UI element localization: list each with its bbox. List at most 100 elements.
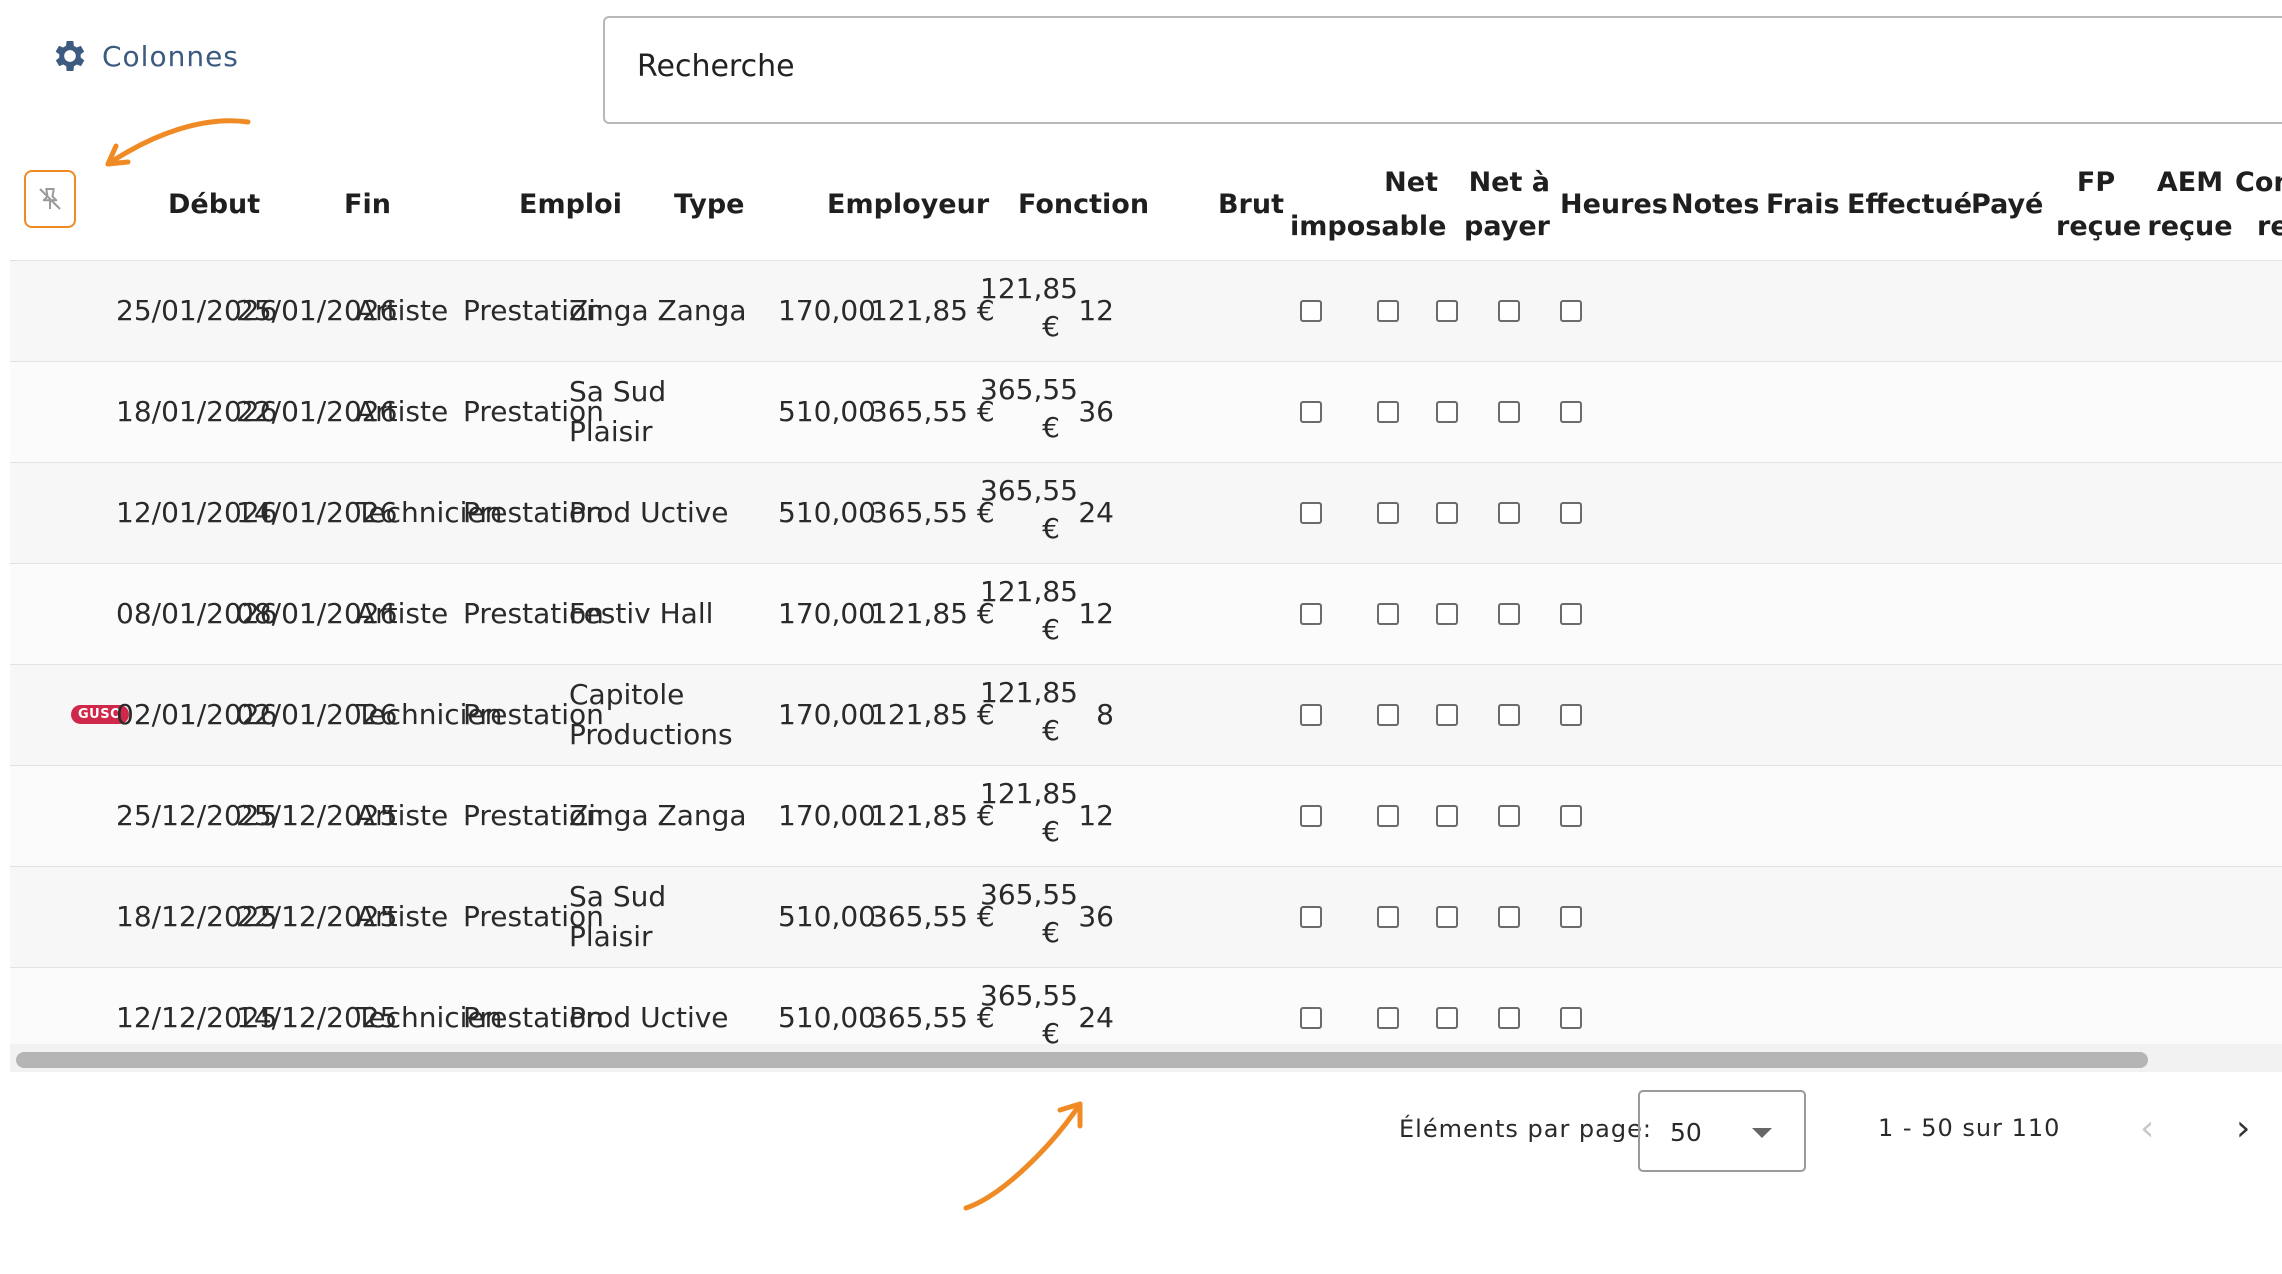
header-heures[interactable]: Heures (1560, 183, 1668, 227)
fp-recue-checkbox[interactable] (1436, 603, 1458, 625)
items-per-page-select[interactable]: 50 (1638, 1090, 1806, 1172)
header-fin[interactable]: Fin (344, 183, 391, 227)
cell-employeur-line1: Sa Sud (569, 880, 667, 913)
cell-employeur-line1: Festiv Hall (569, 597, 714, 630)
header-emploi[interactable]: Emploi (519, 183, 622, 227)
caret-down-icon (1752, 1128, 1772, 1138)
table-row[interactable]: 18/12/2025 22/12/2025 Artiste Prestation 510… (10, 866, 2282, 968)
aem-recue-checkbox[interactable] (1498, 1007, 1520, 1029)
table-row[interactable]: 12/12/2025 14/12/2025 Technicien Prestation… (10, 967, 2282, 1044)
header-aem-line2[interactable]: reçue (2144, 205, 2236, 249)
effectue-checkbox[interactable] (1300, 300, 1322, 322)
search-field[interactable] (603, 16, 2282, 124)
aem-recue-checkbox[interactable] (1498, 300, 1520, 322)
cell-brut: 510,00 (778, 900, 876, 933)
header-notes[interactable]: Notes (1671, 183, 1759, 227)
aem-recue-checkbox[interactable] (1498, 704, 1520, 726)
paye-checkbox[interactable] (1377, 704, 1399, 726)
effectue-checkbox[interactable] (1300, 704, 1322, 726)
cell-emploi: Artiste (356, 799, 449, 832)
con-checkbox[interactable] (1560, 805, 1582, 827)
con-checkbox[interactable] (1560, 401, 1582, 423)
fp-recue-checkbox[interactable] (1436, 502, 1458, 524)
paye-checkbox[interactable] (1377, 603, 1399, 625)
cell-emploi: Artiste (356, 597, 449, 630)
gear-icon (55, 41, 85, 71)
fp-recue-checkbox[interactable] (1436, 300, 1458, 322)
header-net-payer-line2[interactable]: payer (1442, 205, 1550, 249)
cell-employeur-line2: Plaisir (569, 920, 653, 953)
aem-recue-checkbox[interactable] (1498, 805, 1520, 827)
table-row[interactable]: GUSO 02/01/2026 02/01/2026 Technicien Presta… (10, 664, 2282, 766)
table-row[interactable]: 18/01/2026 22/01/2026 Artiste Prestation 510… (10, 361, 2282, 463)
horizontal-scrollbar-thumb[interactable] (16, 1052, 2148, 1068)
columns-label: Colonnes (102, 39, 239, 73)
items-per-page-value: 50 (1670, 1118, 1702, 1147)
header-net-imposable-line2[interactable]: imposable (1290, 205, 1446, 249)
aem-recue-checkbox[interactable] (1498, 502, 1520, 524)
next-page-button[interactable]: › (2236, 1108, 2250, 1149)
aem-recue-checkbox[interactable] (1498, 401, 1520, 423)
header-aem-line1[interactable]: AEM (2144, 161, 2236, 205)
paye-checkbox[interactable] (1377, 805, 1399, 827)
con-checkbox[interactable] (1560, 603, 1582, 625)
effectue-checkbox[interactable] (1300, 603, 1322, 625)
header-net-imposable-line1[interactable]: Net (1290, 161, 1438, 205)
paye-checkbox[interactable] (1377, 502, 1399, 524)
fp-recue-checkbox[interactable] (1436, 1007, 1458, 1029)
paye-checkbox[interactable] (1377, 401, 1399, 423)
con-checkbox[interactable] (1560, 906, 1582, 928)
con-checkbox[interactable] (1560, 704, 1582, 726)
aem-recue-checkbox[interactable] (1498, 906, 1520, 928)
table-row[interactable]: 08/01/2026 08/01/2026 Artiste Prestation 170… (10, 563, 2282, 665)
table-row[interactable]: 12/01/2026 14/01/2026 Technicien Prestation… (10, 462, 2282, 564)
header-paye[interactable]: Payé (1971, 183, 2043, 227)
header-effectue[interactable]: Effectué (1847, 183, 1972, 227)
cell-net-imposable: 365,55 € (870, 1001, 995, 1034)
header-net-payer-line1[interactable]: Net à (1442, 161, 1550, 205)
table-row[interactable]: 25/12/2025 25/12/2025 Artiste Prestation 170… (10, 765, 2282, 867)
fp-recue-checkbox[interactable] (1436, 401, 1458, 423)
cell-brut: 170,00 (778, 799, 876, 832)
con-checkbox[interactable] (1560, 300, 1582, 322)
cell-net-payer-line2: € (1042, 613, 1060, 646)
paye-checkbox[interactable] (1377, 300, 1399, 322)
search-input[interactable] (635, 48, 2139, 85)
header-frais[interactable]: Frais (1766, 183, 1840, 227)
cell-employeur-line1: Zinga Zanga (569, 799, 747, 832)
con-checkbox[interactable] (1560, 1007, 1582, 1029)
cell-net-imposable: 121,85 € (870, 799, 995, 832)
cell-brut: 170,00 (778, 698, 876, 731)
header-employeur[interactable]: Employeur (827, 183, 989, 227)
con-checkbox[interactable] (1560, 502, 1582, 524)
effectue-checkbox[interactable] (1300, 502, 1322, 524)
header-type[interactable]: Type (674, 183, 744, 227)
effectue-checkbox[interactable] (1300, 805, 1322, 827)
table-row[interactable]: 25/01/2026 25/01/2026 Artiste Prestation 170… (10, 260, 2282, 362)
data-table: Début Fin Emploi Type Employeur Fonction… (10, 150, 2282, 1044)
paye-checkbox[interactable] (1377, 906, 1399, 928)
header-con-line1[interactable]: Con (2235, 161, 2282, 205)
header-con-line2[interactable]: re (2257, 205, 2282, 249)
previous-page-button[interactable]: ‹ (2140, 1108, 2154, 1149)
fp-recue-checkbox[interactable] (1436, 906, 1458, 928)
aem-recue-checkbox[interactable] (1498, 603, 1520, 625)
effectue-checkbox[interactable] (1300, 401, 1322, 423)
header-debut[interactable]: Début (168, 183, 260, 227)
header-fp-line1[interactable]: FP (2056, 161, 2136, 205)
cell-net-payer-line1: 121,85 (980, 272, 1078, 305)
fp-recue-checkbox[interactable] (1436, 805, 1458, 827)
cell-net-payer-line1: 365,55 (980, 474, 1078, 507)
header-brut[interactable]: Brut (1160, 183, 1284, 227)
cell-employeur-line1: Zinga Zanga (569, 294, 747, 327)
cell-employeur-line1: Prod Uctive (569, 1001, 729, 1034)
header-fp-line2[interactable]: reçue (2056, 205, 2141, 249)
fp-recue-checkbox[interactable] (1436, 704, 1458, 726)
effectue-checkbox[interactable] (1300, 1007, 1322, 1029)
cell-employeur-line1: Prod Uctive (569, 496, 729, 529)
header-fonction[interactable]: Fonction (1018, 183, 1149, 227)
effectue-checkbox[interactable] (1300, 906, 1322, 928)
cell-net-imposable: 365,55 € (870, 900, 995, 933)
columns-button[interactable]: Colonnes (50, 36, 239, 76)
paye-checkbox[interactable] (1377, 1007, 1399, 1029)
